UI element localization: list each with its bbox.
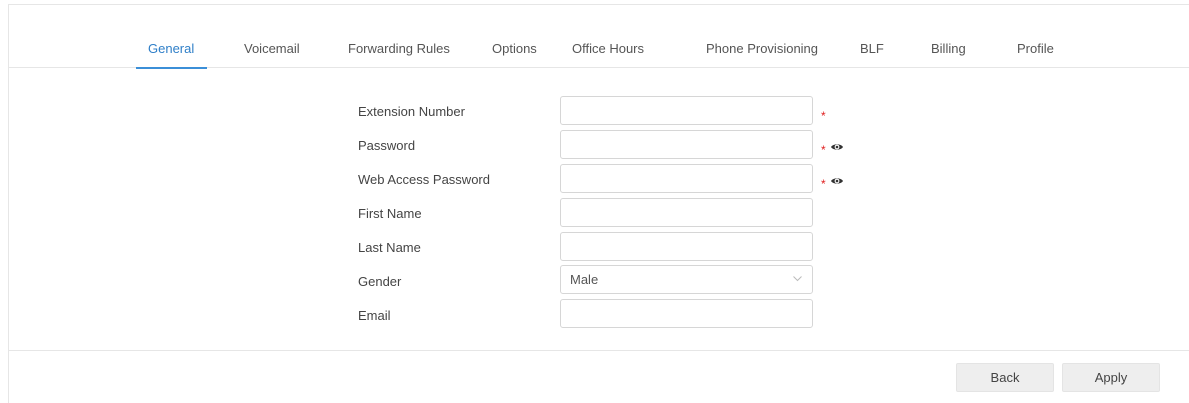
password-input[interactable] [560, 130, 813, 159]
tab-profile[interactable]: Profile [1017, 30, 1054, 68]
extension-number-label: Extension Number [358, 104, 465, 119]
tab-blf[interactable]: BLF [860, 30, 884, 68]
password-label: Password [358, 138, 416, 153]
first-name-label: First Name [358, 206, 422, 221]
tab-voicemail[interactable]: Voicemail [244, 30, 300, 68]
eye-icon[interactable] [830, 142, 844, 152]
tab-general[interactable]: General [135, 30, 208, 69]
first-name-input[interactable] [560, 198, 813, 227]
apply-button[interactable]: Apply [1062, 363, 1160, 392]
web-access-password-label: Web Access Password [358, 172, 490, 187]
last-name-input[interactable] [560, 232, 813, 261]
password-required-mark: * [821, 143, 826, 157]
extension-number-required-mark: * [821, 109, 826, 123]
tab-bar: General Voicemail Forwarding Rules Optio… [9, 30, 1189, 69]
back-button[interactable]: Back [956, 363, 1054, 392]
email-label: Email [358, 308, 391, 323]
gender-label: Gender [358, 274, 402, 289]
web-access-password-input[interactable] [560, 164, 813, 193]
tab-options[interactable]: Options [492, 30, 537, 68]
gender-select[interactable]: Male [560, 265, 813, 294]
eye-icon[interactable] [830, 176, 844, 186]
tab-billing[interactable]: Billing [931, 30, 966, 68]
tab-forwarding-rules[interactable]: Forwarding Rules [348, 30, 450, 68]
top-divider [8, 4, 1189, 5]
web-access-password-required-mark: * [821, 177, 826, 191]
footer-divider [9, 350, 1189, 351]
extension-number-input[interactable] [560, 96, 813, 125]
gender-selected-value: Male [570, 272, 599, 287]
tab-office-hours[interactable]: Office Hours [572, 30, 644, 68]
last-name-label: Last Name [358, 240, 421, 255]
chevron-down-icon [793, 276, 802, 282]
tab-phone-provisioning[interactable]: Phone Provisioning [706, 30, 818, 68]
email-input[interactable] [560, 299, 813, 328]
extension-editor: General Voicemail Forwarding Rules Optio… [0, 0, 1189, 403]
